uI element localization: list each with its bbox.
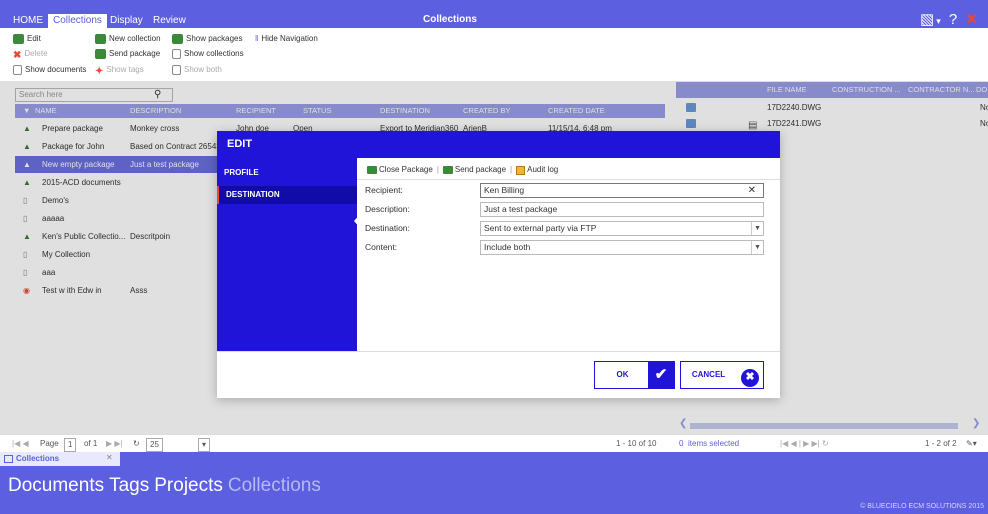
nav-documents[interactable]: Documents [8,475,104,497]
send-package-icon [442,166,453,174]
collection-icon [172,49,181,59]
page-input[interactable]: 1 [64,438,77,452]
nav-tags[interactable]: Tags [109,475,149,497]
tag-icon: ✦ [95,66,104,77]
packages-icon [172,34,183,44]
dialog-tab-destination[interactable]: DESTINATION [217,186,357,204]
navigation-icon: ‖ [255,34,259,43]
pager-next-icon[interactable]: ▶ ▶| [106,438,123,450]
file-count: 1 - 2 of 2 [925,439,957,448]
main-nav: Documents Tags Projects Collections [8,475,321,497]
help-icon[interactable]: ? [949,11,959,28]
dialog-title: EDIT [217,131,780,158]
page-size-select[interactable]: 25 [146,438,163,452]
show-documents-button[interactable]: Show documents [13,63,86,77]
close-tab-icon[interactable]: ✕ [106,453,113,462]
ribbon-toolbar: Edit ✖ Delete Show documents ✦ Show tags N… [0,28,988,82]
checkmark-icon: ✔ [648,362,674,388]
both-icon [172,65,181,75]
edit-dialog: EDIT PROFILE DESTINATION Close Package |… [217,131,780,398]
tab-collections-bottom[interactable]: Collections ✕ [0,452,120,466]
new-collection-icon [95,34,106,44]
nav-collections[interactable]: Collections [228,475,321,497]
edit-icon [13,34,24,44]
file-pager-icon[interactable]: |◀ ◀ | ▶ ▶| ↻ [780,438,829,450]
page-size-dropdown-icon[interactable]: ▾ [198,438,211,452]
description-field[interactable]: Just a test package [480,202,764,217]
dropdown-icon[interactable]: ▾ [936,16,943,26]
nav-projects[interactable]: Projects [154,475,223,497]
clear-icon[interactable]: ✕ [748,184,756,197]
close-icon[interactable]: ✕ [965,11,980,28]
destination-select[interactable]: Sent to external party via FTP ▼ [480,221,764,236]
hide-navigation-button[interactable]: ‖ Hide Navigation [255,32,318,46]
page-of: of 1 [84,439,98,448]
send-package-button[interactable]: Send package [95,47,160,61]
cancel-icon: ✖ [737,362,763,388]
chevron-down-icon[interactable]: ▼ [751,222,763,235]
pen-icon[interactable]: ✎▾ [966,438,977,450]
content-label: Content: [365,242,398,252]
show-both-button[interactable]: Show both [172,63,222,77]
item-count: 1 - 10 of 10 [616,439,657,448]
dialog-nav: PROFILE DESTINATION [217,158,362,351]
destination-label: Destination: [365,223,410,233]
page-title: Collections [423,14,477,25]
description-label: Description: [365,204,410,214]
dialog-footer: OK ✔ CANCEL ✖ [217,351,780,398]
delete-icon: ✖ [13,50,22,61]
audit-log-icon [516,165,526,175]
pin-icon[interactable]: ▧ [920,11,936,28]
dialog-content: Close Package | Send package | Audit log… [357,158,780,351]
content-select[interactable]: Include both ▼ [480,240,764,255]
pager-first-icon[interactable]: |◀ ◀ [12,438,29,450]
edit-button[interactable]: Edit [13,32,41,46]
document-icon [13,65,22,75]
app-title-bar: HOME Collections Display Review Collecti… [0,0,988,28]
delete-button[interactable]: ✖ Delete [13,47,48,61]
page-label: Page [40,439,59,448]
send-package-dialog-button[interactable]: Send package [442,164,506,176]
window-controls: ▧▾ ? ✕ [920,10,980,28]
close-package-button[interactable]: Close Package [367,164,433,176]
audit-log-button[interactable]: Audit log [516,164,558,176]
chevron-down-icon[interactable]: ▼ [751,241,763,254]
ok-button[interactable]: OK ✔ [594,361,675,389]
selected-label: items selected [688,439,740,448]
selected-count: 0 [679,439,684,448]
show-tags-button[interactable]: ✦ Show tags [95,63,144,77]
recipient-field[interactable]: Ken Billing ✕ [480,183,764,198]
recipient-label: Recipient: [365,185,403,195]
show-packages-button[interactable]: Show packages [172,32,242,46]
close-package-icon [367,166,377,174]
send-package-icon [95,49,106,59]
show-collections-button[interactable]: Show collections [172,47,244,61]
dialog-toolbar: Close Package | Send package | Audit log [367,164,558,176]
new-collection-button[interactable]: New collection [95,32,161,46]
collection-icon [4,455,13,463]
cancel-button[interactable]: CANCEL ✖ [680,361,764,389]
refresh-icon[interactable]: ↻ [133,438,140,450]
status-bar: |◀ ◀ Page 1 of 1 ▶ ▶| ↻ 25 ▾ 1 - 10 of 1… [0,434,988,452]
dialog-tab-profile[interactable]: PROFILE [217,164,357,182]
copyright: © BLUECIELO ECM SOLUTIONS 2015 [860,503,984,510]
